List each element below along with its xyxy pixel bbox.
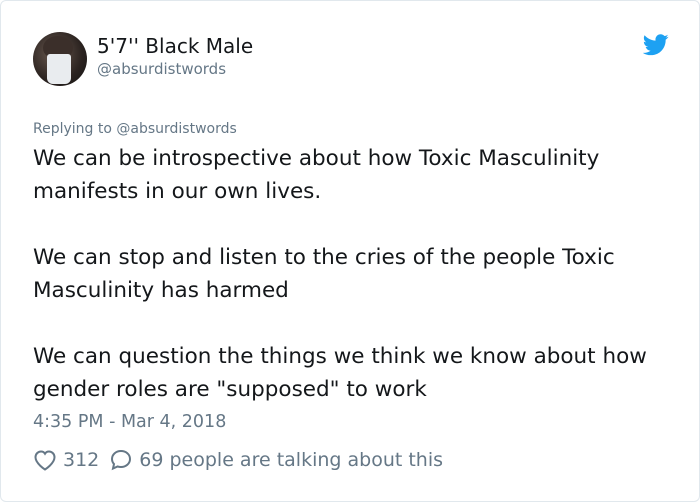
tweet-text: We can be introspective about how Toxic … — [33, 142, 683, 406]
engagement-bar: 312 69 people are talking about this — [33, 448, 443, 472]
comment-icon[interactable] — [109, 448, 133, 472]
tweet-paragraph: We can question the things we think we k… — [33, 344, 647, 402]
avatar-mug — [47, 54, 71, 84]
heart-icon[interactable] — [33, 449, 57, 471]
twitter-bird-icon[interactable] — [643, 34, 669, 56]
tweet-paragraph: We can stop and listen to the cries of t… — [33, 245, 615, 303]
avatar[interactable] — [33, 32, 87, 86]
user-handle[interactable]: @absurdistwords — [97, 60, 226, 78]
like-count[interactable]: 312 — [63, 449, 99, 471]
display-name[interactable]: 5'7'' Black Male — [97, 34, 253, 58]
tweet-card: 5'7'' Black Male @absurdistwords Replyin… — [0, 0, 700, 502]
tweet-paragraph: We can be introspective about how Toxic … — [33, 146, 600, 204]
timestamp[interactable]: 4:35 PM - Mar 4, 2018 — [33, 412, 226, 432]
talking-count[interactable]: 69 people are talking about this — [139, 449, 443, 471]
replying-to[interactable]: Replying to @absurdistwords — [33, 121, 237, 137]
